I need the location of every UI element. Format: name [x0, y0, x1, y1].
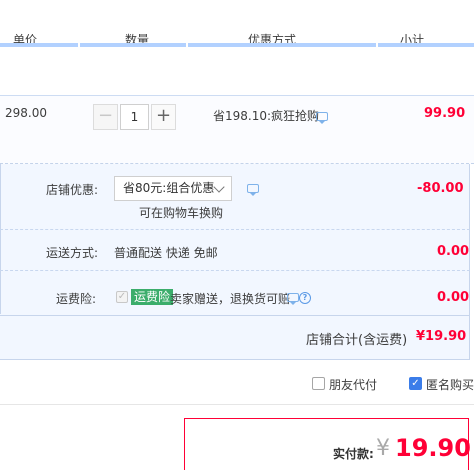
- header-rule: [80, 43, 186, 47]
- cart-item-row: [0, 95, 474, 164]
- quantity-stepper: − 1 +: [93, 104, 176, 130]
- item-promotion: 省198.10:疯狂抢购: [213, 109, 320, 123]
- unit-price: 298.00: [5, 106, 47, 120]
- row-divider: [0, 229, 470, 230]
- insurance-badge: 运费险: [131, 289, 174, 305]
- insurance-amount: 0.00: [437, 290, 470, 305]
- currency-symbol: ¥: [376, 436, 390, 461]
- insurance-checkbox: ✓: [116, 291, 128, 303]
- header-rule: [188, 43, 376, 47]
- chat-icon[interactable]: [287, 293, 299, 305]
- section-border: [0, 164, 1, 314]
- row-divider: [0, 270, 470, 271]
- column-header: 单价 数量 优惠方式 小计: [0, 0, 474, 56]
- payment-amount: 19.90: [395, 434, 471, 462]
- shipping-label: 运送方式:: [46, 246, 99, 260]
- friend-pay-checkbox[interactable]: [312, 377, 325, 390]
- chevron-down-icon: [213, 181, 225, 193]
- shop-total-label: 店铺合计(含运费): [306, 333, 408, 348]
- shipping-amount: 0.00: [437, 244, 470, 259]
- shop-total-amount: ¥19.90: [416, 329, 467, 344]
- chat-icon[interactable]: [316, 112, 328, 124]
- quantity-input[interactable]: 1: [120, 104, 149, 130]
- insurance-description: 卖家赠送，退换货可赔: [170, 292, 291, 306]
- chat-icon[interactable]: [247, 184, 259, 196]
- shop-discount-select[interactable]: 省80元:组合优惠: [114, 176, 232, 201]
- item-subtotal: 99.90: [424, 106, 466, 121]
- shop-discount-label: 店铺优惠:: [46, 183, 99, 197]
- shop-discount-amount: -80.00: [417, 181, 464, 196]
- increase-quantity-button[interactable]: +: [151, 104, 176, 130]
- header-rule: [378, 43, 474, 47]
- help-icon[interactable]: ?: [299, 292, 311, 304]
- shop-discount-hint: 可在购物车换购: [139, 206, 224, 220]
- section-divider: [0, 404, 474, 405]
- header-rule: [0, 43, 78, 47]
- anonymous-label[interactable]: 匿名购买: [426, 376, 474, 393]
- decrease-quantity-button[interactable]: −: [93, 104, 118, 130]
- payment-summary: 实付款: ¥ 19.90: [184, 418, 471, 470]
- payment-label: 实付款:: [333, 447, 374, 461]
- shop-discount-value: 省80元:组合优惠: [123, 181, 215, 195]
- friend-pay-label[interactable]: 朋友代付: [329, 376, 377, 393]
- checkmark-icon[interactable]: ✓: [409, 377, 422, 390]
- shipping-method: 普通配送 快递 免邮: [114, 246, 218, 260]
- insurance-label: 运费险:: [56, 292, 97, 306]
